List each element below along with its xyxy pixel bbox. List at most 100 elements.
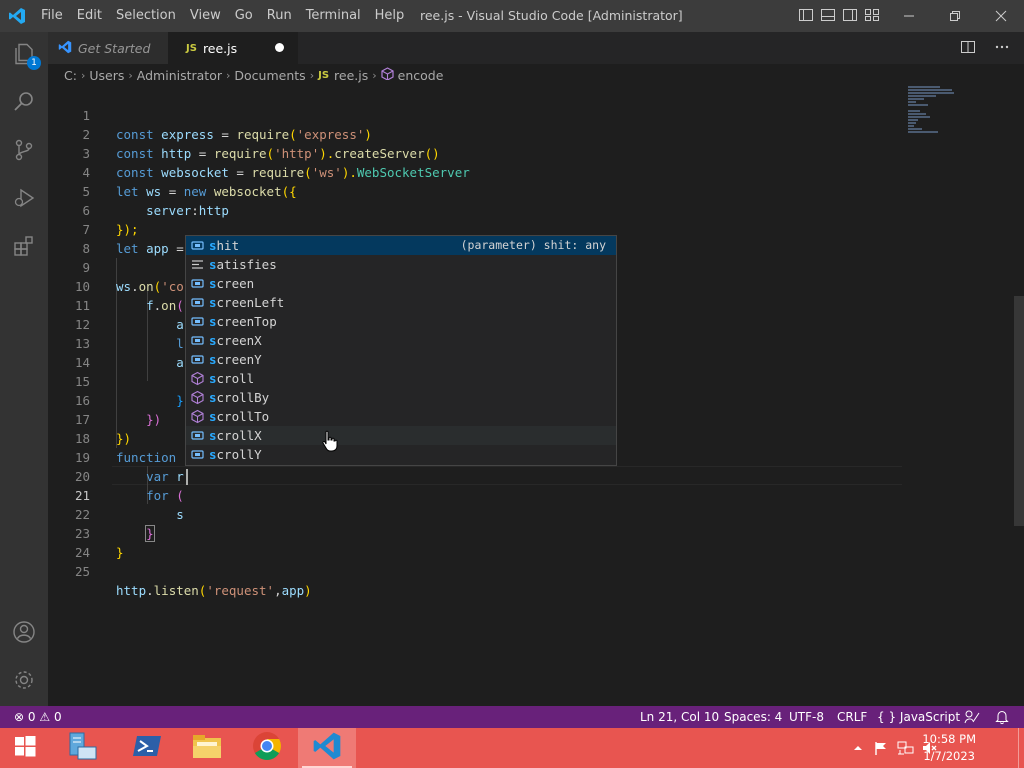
variable-icon bbox=[190, 428, 205, 443]
restore-button[interactable] bbox=[932, 0, 978, 32]
powershell-icon bbox=[132, 733, 162, 763]
breadcrumb-documents[interactable]: Documents bbox=[234, 68, 305, 83]
method-icon bbox=[190, 409, 205, 424]
suggest-item[interactable]: scrollBy bbox=[186, 388, 616, 407]
menu-edit[interactable]: Edit bbox=[70, 0, 109, 32]
chevron-right-icon: › bbox=[372, 68, 377, 82]
code-line: 6 }); bbox=[48, 182, 898, 237]
menu-terminal[interactable]: Terminal bbox=[299, 0, 368, 32]
menu-file[interactable]: File bbox=[34, 0, 70, 32]
settings-gear-icon bbox=[12, 668, 36, 696]
show-hidden-icons-chevron-up-icon[interactable] bbox=[850, 740, 866, 756]
toggle-secondary-sidebar-icon[interactable] bbox=[842, 7, 858, 23]
suggest-item[interactable]: screenX bbox=[186, 331, 616, 350]
suggest-item[interactable]: screen bbox=[186, 274, 616, 293]
source-control-button[interactable] bbox=[0, 128, 48, 176]
menu-selection[interactable]: Selection bbox=[109, 0, 183, 32]
variable-icon bbox=[190, 276, 205, 291]
split-editor-icon[interactable] bbox=[960, 39, 976, 59]
code-line: 3 const websocket = require('ws').WebSoc… bbox=[48, 125, 898, 180]
suggest-item[interactable]: satisfies bbox=[186, 255, 616, 274]
customize-layout-icon[interactable] bbox=[864, 7, 880, 23]
suggest-item[interactable]: scrollY bbox=[186, 445, 616, 464]
extensions-button[interactable] bbox=[0, 224, 48, 272]
breadcrumb-symbol[interactable]: encode bbox=[398, 68, 444, 83]
search-button[interactable] bbox=[0, 80, 48, 128]
account-icon bbox=[12, 620, 36, 648]
variable-icon bbox=[190, 447, 205, 462]
breadcrumb-file[interactable]: ree.js bbox=[334, 68, 368, 83]
keyword-icon bbox=[190, 257, 205, 272]
explorer-badge: 1 bbox=[27, 56, 41, 70]
system-clock[interactable]: 10:58 PM 1/7/2023 bbox=[922, 731, 976, 765]
windows-taskbar: 10:58 PM 1/7/2023 bbox=[0, 728, 1024, 768]
manage-button[interactable] bbox=[0, 658, 48, 706]
unsaved-dot-icon[interactable] bbox=[275, 43, 284, 52]
breadcrumb-administrator[interactable]: Administrator bbox=[137, 68, 222, 83]
indentation-status[interactable]: Spaces: 4 bbox=[724, 706, 782, 728]
suggest-item[interactable]: screenY bbox=[186, 350, 616, 369]
menu-run[interactable]: Run bbox=[260, 0, 299, 32]
activity-bar: 1 bbox=[0, 32, 48, 706]
chevron-right-icon: › bbox=[80, 68, 86, 82]
suggest-item[interactable]: scrollTo bbox=[186, 407, 616, 426]
file-explorer-icon bbox=[191, 732, 223, 764]
toggle-primary-sidebar-icon[interactable] bbox=[798, 7, 814, 23]
windows-logo-icon bbox=[14, 735, 36, 761]
breadcrumb-users[interactable]: Users bbox=[89, 68, 124, 83]
chevron-right-icon: › bbox=[128, 68, 133, 82]
variable-icon bbox=[190, 295, 205, 310]
editor-scrollbar[interactable] bbox=[1012, 86, 1024, 706]
start-button[interactable] bbox=[0, 728, 50, 768]
minimap[interactable] bbox=[908, 86, 968, 146]
language-mode-status[interactable]: { } JavaScript bbox=[877, 706, 960, 728]
show-desktop-button[interactable] bbox=[1018, 728, 1024, 768]
breadcrumb-drive[interactable]: C: bbox=[64, 68, 77, 83]
editor-tab-bar: Get Started JS ree.js bbox=[48, 32, 1024, 64]
code-line: 5 server:http bbox=[48, 163, 898, 218]
toggle-panel-icon[interactable] bbox=[820, 7, 836, 23]
explorer-button[interactable]: 1 bbox=[0, 32, 48, 80]
taskbar-vscode[interactable] bbox=[298, 728, 356, 768]
menu-go[interactable]: Go bbox=[228, 0, 260, 32]
menu-view[interactable]: View bbox=[183, 0, 228, 32]
taskbar-powershell[interactable] bbox=[118, 728, 176, 768]
code-line: 23 } bbox=[48, 505, 898, 560]
tab-ree-js[interactable]: JS ree.js bbox=[168, 32, 298, 64]
code-line: 4 let ws = new websocket({ bbox=[48, 144, 898, 199]
more-actions-icon[interactable] bbox=[994, 39, 1010, 59]
suggest-item[interactable]: screenLeft bbox=[186, 293, 616, 312]
source-control-icon bbox=[12, 138, 36, 166]
minimize-button[interactable] bbox=[886, 0, 932, 32]
accounts-button[interactable] bbox=[0, 610, 48, 658]
scrollbar-thumb[interactable] bbox=[1014, 296, 1024, 526]
cursor-position-status[interactable]: Ln 21, Col 10 bbox=[640, 706, 719, 728]
window-title: ree.js - Visual Studio Code [Administrat… bbox=[420, 8, 683, 23]
variable-icon bbox=[190, 238, 205, 253]
status-bar: ⊗ 0 ⚠ 0 Ln 21, Col 10 Spaces: 4 UTF-8 CR… bbox=[0, 706, 1024, 728]
text-cursor bbox=[186, 469, 188, 485]
tab-get-started[interactable]: Get Started bbox=[48, 32, 168, 64]
taskbar-chrome[interactable] bbox=[238, 728, 296, 768]
method-icon bbox=[190, 390, 205, 405]
network-icon[interactable] bbox=[897, 740, 914, 756]
run-debug-button[interactable] bbox=[0, 176, 48, 224]
suggest-item[interactable]: shit (parameter) shit: any bbox=[186, 236, 616, 255]
problems-status[interactable]: ⊗ 0 ⚠ 0 bbox=[14, 706, 62, 728]
close-window-button[interactable] bbox=[978, 0, 1024, 32]
eol-status[interactable]: CRLF bbox=[837, 706, 867, 728]
menu-help[interactable]: Help bbox=[368, 0, 412, 32]
suggest-widget: shit (parameter) shit: any satisfies scr… bbox=[185, 235, 617, 466]
server-manager-icon bbox=[64, 731, 98, 765]
action-center-flag-icon[interactable] bbox=[873, 740, 889, 756]
suggest-item[interactable]: scroll bbox=[186, 369, 616, 388]
encoding-status[interactable]: UTF-8 bbox=[789, 706, 824, 728]
hand-pointer-icon bbox=[320, 430, 340, 452]
taskbar-server-manager[interactable] bbox=[52, 728, 110, 768]
run-debug-icon bbox=[12, 186, 36, 214]
chrome-icon bbox=[252, 731, 282, 765]
suggest-item[interactable]: screenTop bbox=[186, 312, 616, 331]
taskbar-file-explorer[interactable] bbox=[178, 728, 236, 768]
suggest-item[interactable]: scrollX bbox=[186, 426, 616, 445]
warning-icon: ⚠ bbox=[39, 710, 51, 724]
